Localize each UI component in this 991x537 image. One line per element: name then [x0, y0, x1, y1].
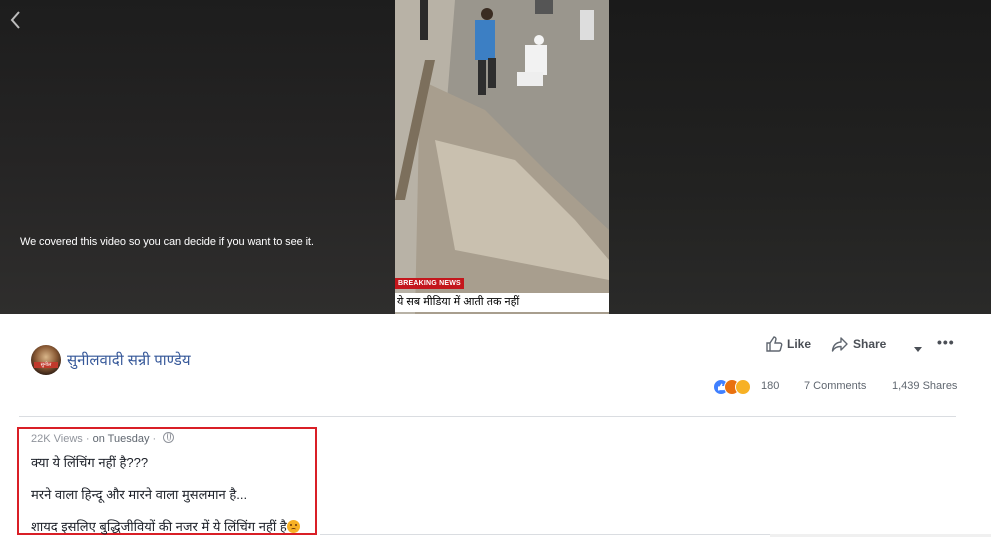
globe-icon — [163, 432, 175, 443]
video-blurred-left — [0, 0, 395, 314]
breaking-news-badge: BREAKING NEWS — [395, 278, 464, 289]
comments-count-link[interactable]: 7 Comments — [804, 380, 866, 392]
views-count: 22K Views — [31, 433, 83, 445]
back-arrow-icon[interactable] — [6, 8, 26, 32]
section-divider — [19, 416, 956, 417]
post-text-line: क्या ये लिंचिंग नहीं है??? — [31, 455, 149, 470]
post-timestamp[interactable]: on Tuesday — [93, 433, 150, 445]
chevron-down-icon[interactable] — [913, 340, 923, 352]
meta-separator: · — [152, 433, 157, 445]
meta-separator: · — [85, 433, 90, 445]
video-blurred-right — [609, 0, 991, 314]
thumbs-up-icon — [765, 335, 783, 356]
avatar-logo-text: सुनील — [34, 362, 58, 368]
video-still-image — [395, 0, 609, 314]
reaction-count[interactable]: 180 — [761, 380, 779, 392]
bottom-divider — [320, 534, 770, 535]
shares-count-link[interactable]: 1,439 Shares — [892, 380, 957, 392]
post-text: शायद इसलिए बुद्धिजीवियों की नजर में ये ल… — [31, 519, 287, 534]
content-warning-text: We covered this video so you can decide … — [20, 236, 314, 248]
page-name-link[interactable]: सुनीलवादी सन्री पाण्डेय — [67, 350, 191, 370]
video-frame[interactable]: BREAKING NEWS ये सब मीडिया में आती तक नह… — [395, 0, 609, 314]
video-player[interactable]: We covered this video so you can decide … — [0, 0, 991, 314]
share-label: Share — [853, 337, 887, 351]
page-avatar[interactable]: सुनील — [31, 345, 61, 375]
like-label: Like — [787, 337, 812, 351]
disappointed-emoji-icon — [286, 520, 300, 533]
news-caption: ये सब मीडिया में आती तक नहीं — [395, 293, 609, 312]
post-meta: 22K Views · on Tuesday · — [31, 432, 175, 445]
more-options-icon[interactable]: ••• — [937, 334, 955, 350]
share-arrow-icon — [831, 335, 849, 356]
post-text-line: मरने वाला हिन्दू और मारने वाला मुसलमान ह… — [31, 487, 248, 502]
post-text-line-with-emoji: शायद इसलिए बुद्धिजीवियों की नजर में ये ल… — [31, 517, 300, 535]
sad-reaction-icon — [735, 379, 751, 395]
